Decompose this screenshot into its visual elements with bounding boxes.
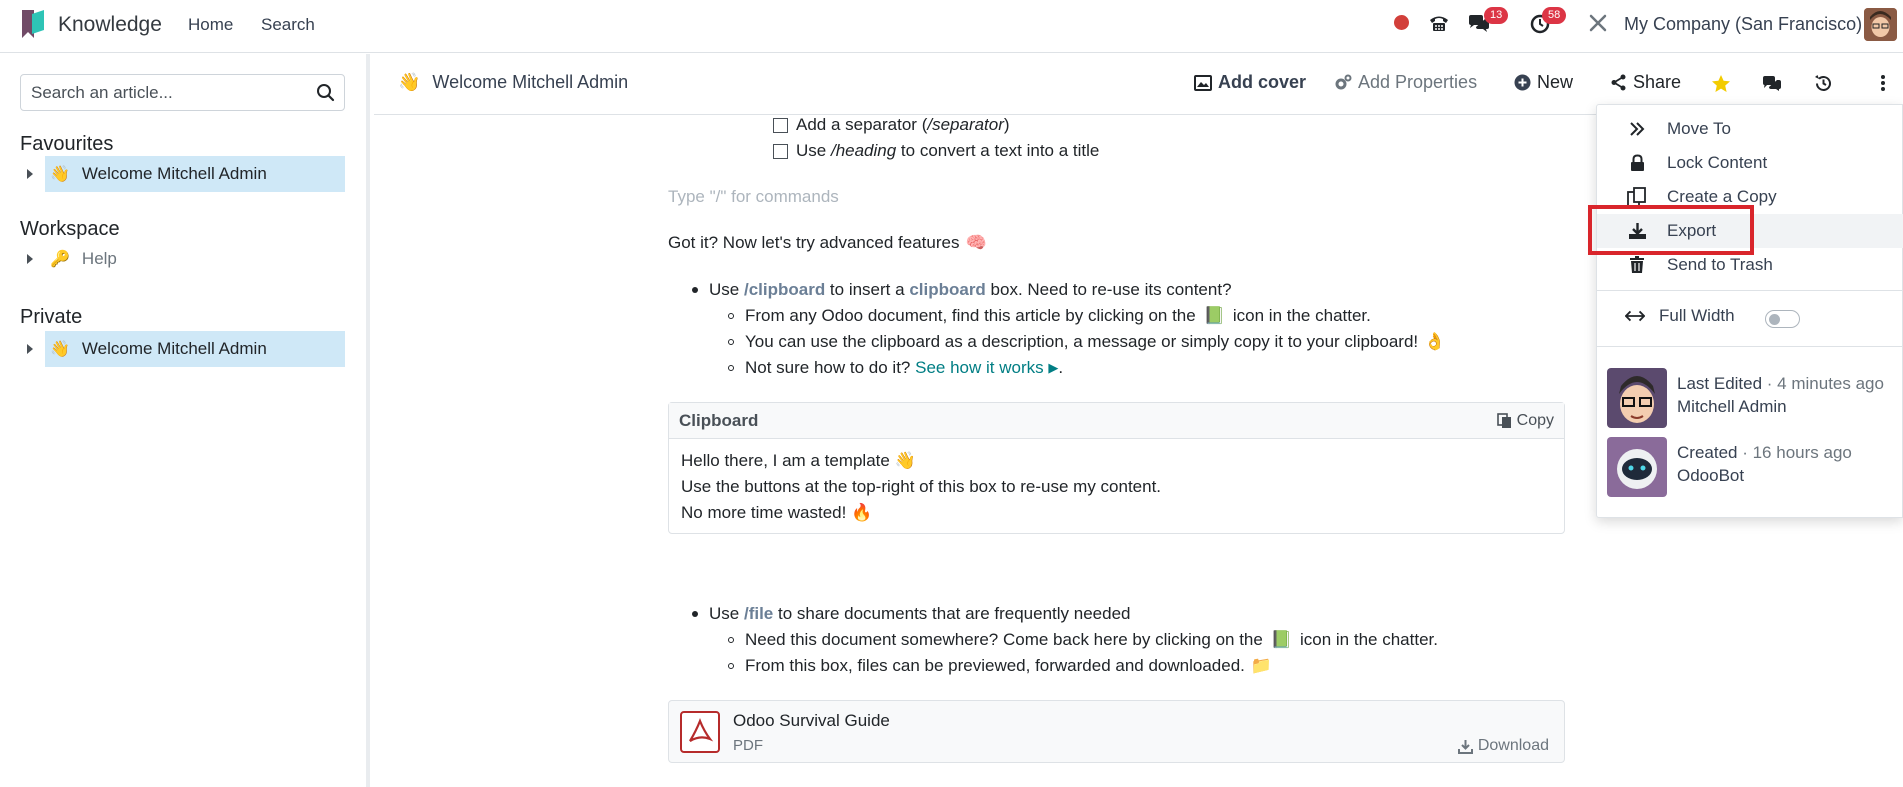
wave-emoji-icon: 👋 xyxy=(50,341,70,358)
expand-caret-icon[interactable] xyxy=(27,169,33,179)
top-navbar: Knowledge Home Search 13 58 My Company (… xyxy=(0,0,1903,53)
pdf-file-icon xyxy=(680,711,720,753)
trash-icon xyxy=(1630,256,1644,273)
gears-icon xyxy=(1335,74,1352,89)
copy-icon xyxy=(1627,187,1646,207)
clipboard-line: Hello there, I am a template 👋 xyxy=(681,451,916,470)
private-article-item[interactable]: 👋 Welcome Mitchell Admin xyxy=(45,331,345,367)
book-emoji-icon: 📗 xyxy=(1270,630,1292,649)
file-name[interactable]: Odoo Survival Guide xyxy=(733,711,890,731)
created-time: · 16 hours ago xyxy=(1742,443,1852,462)
download-button[interactable]: Download xyxy=(1457,737,1549,755)
lock-icon xyxy=(1630,154,1644,171)
sidebar: Favourites 👋 Welcome Mitchell Admin Work… xyxy=(0,54,370,787)
app-name[interactable]: Knowledge xyxy=(58,13,162,37)
brain-emoji-icon: 🧠 xyxy=(965,233,987,252)
plus-circle-icon xyxy=(1514,74,1531,91)
section-private: Private xyxy=(20,306,83,328)
add-cover-button[interactable]: Add cover xyxy=(1194,72,1306,93)
section-workspace: Workspace xyxy=(20,218,120,240)
wave-emoji-icon: 👋 xyxy=(50,166,70,183)
history-icon[interactable] xyxy=(1814,74,1833,93)
messages-badge: 13 xyxy=(1484,7,1509,24)
see-how-it-works-link[interactable]: See how it works xyxy=(915,358,1044,378)
more-options-icon[interactable] xyxy=(1880,74,1886,92)
article-label: Help xyxy=(81,249,117,268)
section-favourites: Favourites xyxy=(20,133,114,155)
lock-content-item[interactable]: Lock Content xyxy=(1597,146,1903,180)
copy-button[interactable]: Copy xyxy=(1496,412,1554,430)
workspace-article-item[interactable]: 🔑 Help xyxy=(45,241,345,277)
article-search-input[interactable] xyxy=(21,75,301,110)
settings-tools-icon[interactable] xyxy=(1588,13,1608,33)
share-button[interactable]: Share xyxy=(1610,72,1681,93)
activities-badge: 58 xyxy=(1542,7,1567,24)
full-width-toggle[interactable] xyxy=(1765,310,1800,328)
chatter-comments-icon[interactable] xyxy=(1762,75,1782,93)
arrows-horizontal-icon xyxy=(1625,310,1645,322)
move-to-item[interactable]: Move To xyxy=(1597,112,1903,146)
favourite-star-icon[interactable] xyxy=(1711,74,1731,93)
book-emoji-icon: 📗 xyxy=(1203,306,1225,325)
file-type: PDF xyxy=(733,737,763,754)
menu-home[interactable]: Home xyxy=(188,15,233,35)
list-item: Use /clipboard to insert a clipboard box… xyxy=(692,280,1232,300)
folder-emoji-icon: 📁 xyxy=(1250,656,1273,675)
created-label: Created xyxy=(1677,443,1738,462)
knowledge-logo-icon[interactable] xyxy=(20,8,46,40)
user-avatar[interactable] xyxy=(1864,8,1897,41)
mitchell-avatar xyxy=(1607,368,1667,428)
article-title-text: Welcome Mitchell Admin xyxy=(432,72,629,92)
checklist-item: Add a separator (/separator) xyxy=(773,115,1010,135)
list-item: You can use the clipboard as a descripti… xyxy=(728,332,1445,352)
creator-name: OdooBot xyxy=(1677,466,1745,485)
article-emoji-icon[interactable]: 👋 xyxy=(398,72,420,93)
list-item: Need this document somewhere? Come back … xyxy=(728,630,1438,650)
checklist-item: Use /heading to convert a text into a ti… xyxy=(773,141,1099,161)
expand-caret-icon[interactable] xyxy=(27,344,33,354)
add-properties-button[interactable]: Add Properties xyxy=(1334,72,1477,93)
expand-caret-icon[interactable] xyxy=(27,254,33,264)
advanced-intro: Got it? Now let's try advanced features 🧠 xyxy=(668,233,987,252)
checkbox[interactable] xyxy=(773,117,788,133)
video-play-icon: ▶ xyxy=(1048,360,1059,375)
menu-search[interactable]: Search xyxy=(261,15,315,35)
article-search[interactable] xyxy=(20,74,345,111)
last-edited-time: · 4 minutes ago xyxy=(1766,374,1884,393)
clipboard-box: Clipboard Copy Hello there, I am a templ… xyxy=(668,402,1565,534)
list-item: Use /file to share documents that are fr… xyxy=(692,604,1131,624)
new-article-button[interactable]: New xyxy=(1514,72,1573,93)
article-label: Welcome Mitchell Admin xyxy=(81,339,267,358)
company-switcher[interactable]: My Company (San Francisco) xyxy=(1624,14,1862,35)
key-emoji-icon: 🔑 xyxy=(50,251,70,268)
favourite-article-item[interactable]: 👋 Welcome Mitchell Admin xyxy=(45,156,345,192)
last-edited-label: Last Edited xyxy=(1677,374,1763,393)
odoobot-avatar xyxy=(1607,437,1667,497)
list-item: From this box, files can be previewed, f… xyxy=(728,656,1272,676)
search-icon[interactable] xyxy=(316,83,335,102)
phone-icon[interactable] xyxy=(1428,13,1450,33)
file-box[interactable]: Odoo Survival Guide PDF Download xyxy=(668,700,1565,763)
move-to-icon xyxy=(1630,122,1645,136)
article-title[interactable]: 👋 Welcome Mitchell Admin xyxy=(398,72,628,93)
list-item: Not sure how to do it? See how it works … xyxy=(728,358,1063,378)
full-width-item[interactable]: Full Width xyxy=(1597,299,1903,333)
export-highlight-box xyxy=(1588,205,1754,255)
list-item: From any Odoo document, find this articl… xyxy=(728,306,1371,326)
download-icon xyxy=(1457,739,1473,754)
clipboard-line: Use the buttons at the top-right of this… xyxy=(681,477,1162,496)
image-icon xyxy=(1194,74,1212,91)
copy-icon xyxy=(1496,412,1511,428)
ok-hand-emoji-icon: 👌 xyxy=(1424,332,1446,351)
last-editor-name: Mitchell Admin xyxy=(1677,397,1787,416)
record-status-icon[interactable] xyxy=(1394,15,1409,30)
checkbox[interactable] xyxy=(773,143,788,159)
clipboard-title: Clipboard xyxy=(679,410,759,430)
article-label: Welcome Mitchell Admin xyxy=(81,164,267,183)
clipboard-line: No more time wasted! 🔥 xyxy=(681,503,873,522)
share-icon xyxy=(1611,74,1626,91)
command-hint[interactable]: Type "/" for commands xyxy=(668,187,839,207)
